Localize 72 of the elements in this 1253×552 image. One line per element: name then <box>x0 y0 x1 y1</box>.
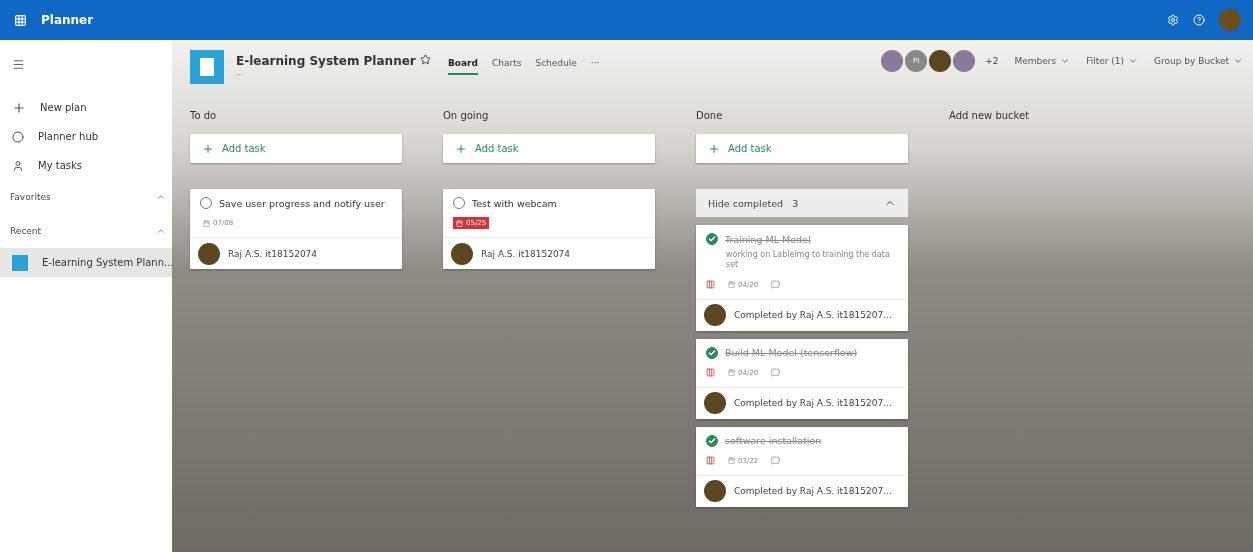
task-checkbox[interactable] <box>706 346 718 359</box>
avatar <box>704 392 726 415</box>
add-task-button[interactable]: Add task <box>696 134 908 163</box>
plan-icon <box>12 254 28 271</box>
app-name: Planner <box>41 13 95 27</box>
member-avatar[interactable] <box>881 50 904 72</box>
filter-dropdown[interactable]: Members <box>1014 56 1071 66</box>
task-title: software installation <box>725 435 822 447</box>
tab[interactable]: Schedule <box>535 58 577 75</box>
add-task-button[interactable]: Add task <box>443 134 655 163</box>
tab[interactable]: Charts <box>492 58 522 75</box>
plus-icon <box>202 142 214 155</box>
star-icon[interactable] <box>419 54 431 65</box>
calendar-icon <box>728 457 735 465</box>
assignee-text: Raj A.S. it18152074 <box>228 248 318 259</box>
member-avatar[interactable] <box>953 50 976 72</box>
plan-title: E-learning System Planner <box>236 54 436 68</box>
collapse-icon[interactable] <box>156 192 166 202</box>
filter-dropdown[interactable]: Group by Bucket <box>1154 56 1243 66</box>
assignee-text: Completed by Raj A.S. it1815207... <box>734 310 892 321</box>
task-checkbox[interactable] <box>706 434 718 447</box>
bucket-title: To do <box>190 110 218 123</box>
more-tabs[interactable]: ··· <box>590 58 600 75</box>
menu-icon[interactable] <box>12 58 25 71</box>
tab[interactable]: Board <box>448 58 478 75</box>
add-bucket-link[interactable]: Add new bucket <box>949 110 1161 126</box>
filter-dropdown[interactable]: Filter (1) <box>1086 56 1139 66</box>
toggle-label: Hide completed 3 <box>708 197 799 209</box>
assignee-text: Raj A.S. it18152074 <box>481 248 571 259</box>
section-title: Recent <box>10 226 42 236</box>
app-launcher-icon[interactable] <box>14 13 27 27</box>
member-avatar[interactable] <box>929 50 952 72</box>
task-title: Test with webcam <box>472 197 557 209</box>
task-checkbox[interactable] <box>453 197 465 209</box>
avatar <box>198 242 220 265</box>
assignee-text: Completed by Raj A.S. it1815207... <box>734 398 892 409</box>
help-icon[interactable] <box>1193 14 1205 26</box>
calendar-icon <box>728 369 735 377</box>
calendar-icon <box>203 219 210 227</box>
calendar-icon <box>456 219 463 227</box>
plan-icon <box>190 50 224 84</box>
sidebar-item[interactable]: Planner hub <box>0 122 172 151</box>
add-task-button[interactable]: Add task <box>190 134 402 163</box>
avatar <box>704 304 726 327</box>
task-title: Build ML Model (tensorflow) <box>725 347 858 359</box>
calendar-icon <box>728 281 735 289</box>
plus-icon <box>12 100 26 115</box>
assignee-text: Completed by Raj A.S. it1815207... <box>734 486 892 497</box>
settings-icon[interactable] <box>1167 14 1179 26</box>
chevron-icon <box>1233 56 1243 66</box>
more-members[interactable]: +2 <box>985 56 999 66</box>
chevron-icon <box>1128 56 1139 66</box>
plus-icon <box>455 142 467 155</box>
task-checkbox[interactable] <box>706 233 718 245</box>
sidebar-item[interactable]: New plan <box>0 93 172 122</box>
avatar <box>451 242 473 265</box>
chevron-icon <box>1060 56 1071 66</box>
task-title: Save user progress and notify user <box>219 197 385 209</box>
section-title: Favorites <box>10 192 51 202</box>
circle-icon <box>12 130 24 143</box>
sidebar-item[interactable]: E-learning System Plann... <box>0 248 172 277</box>
plus-icon <box>708 142 720 155</box>
avatar <box>704 480 726 503</box>
bucket-title: Done <box>696 110 724 123</box>
person-icon <box>12 159 24 172</box>
bucket-title: On going <box>443 110 490 123</box>
task-title: Training ML Model <box>725 233 811 245</box>
completed-toggle[interactable]: Hide completed 3 <box>696 189 908 217</box>
task-description: working on Lableimg to training the data set <box>725 249 891 271</box>
sidebar-item[interactable]: My tasks <box>0 151 172 180</box>
task-checkbox[interactable] <box>200 197 212 209</box>
collapse-icon[interactable] <box>156 226 166 236</box>
